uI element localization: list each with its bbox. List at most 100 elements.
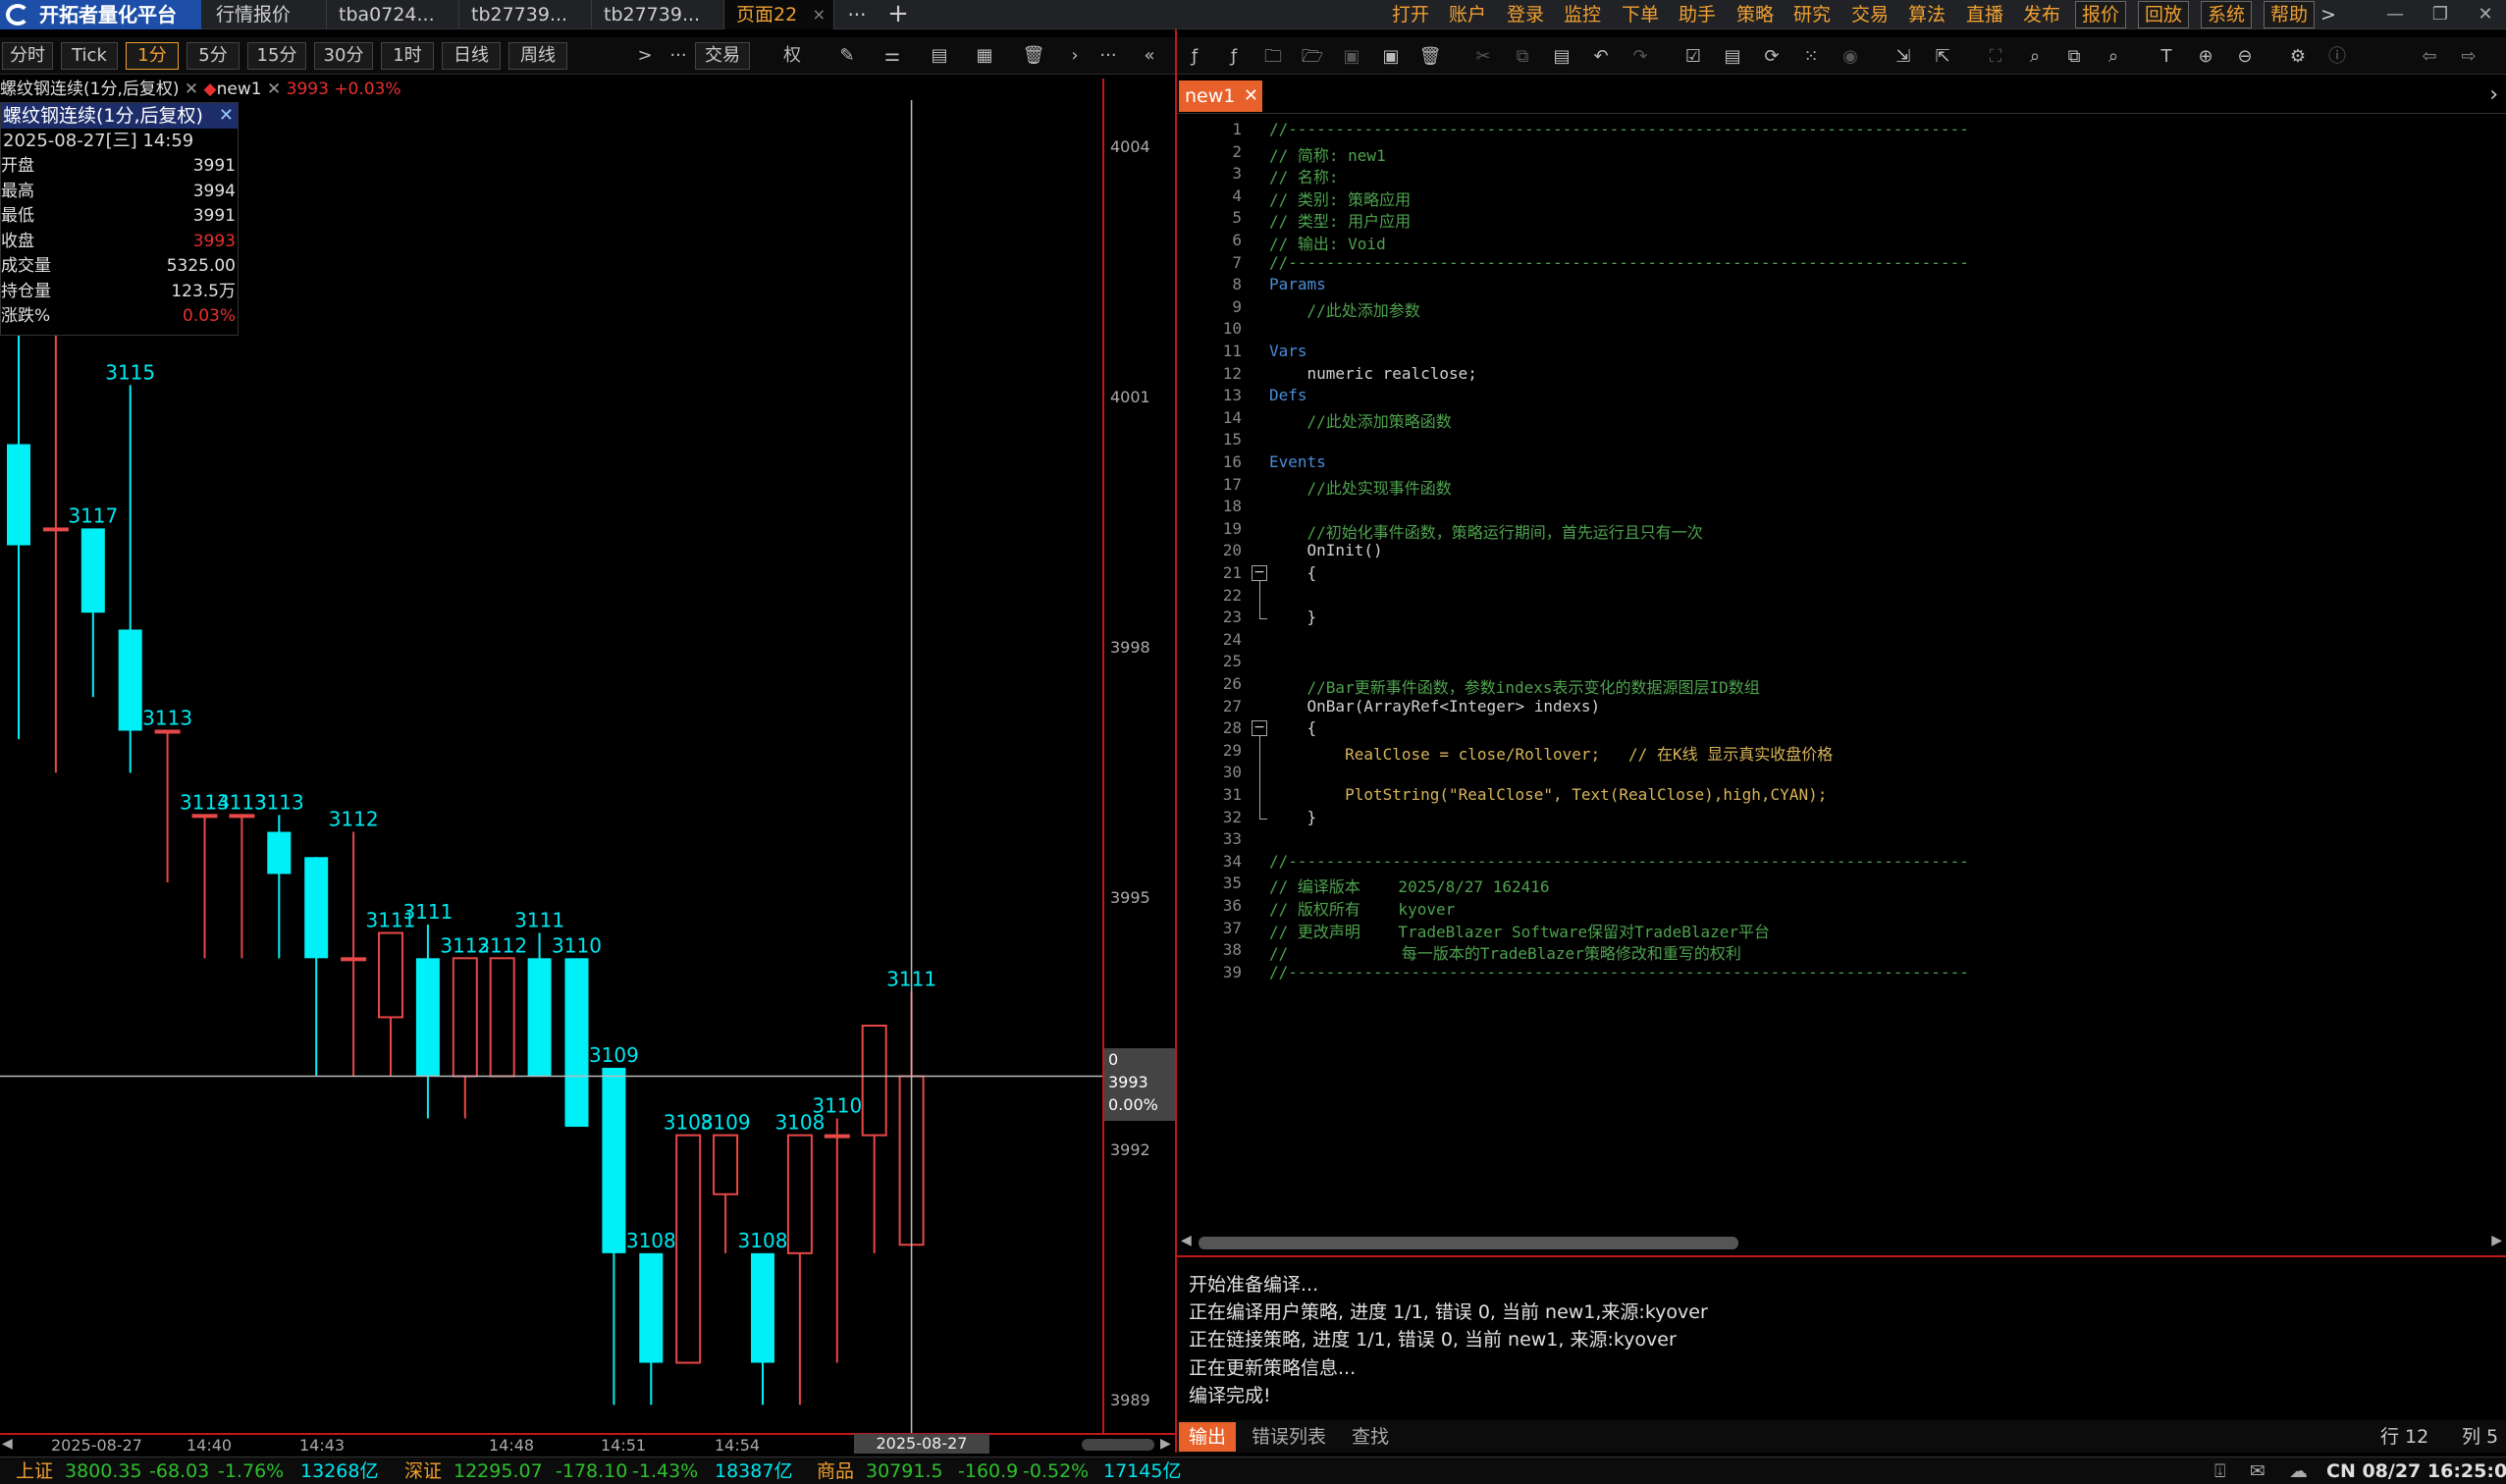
output-divider[interactable]	[1177, 1255, 2506, 1257]
menu-account[interactable]: 账户	[1449, 0, 1486, 29]
cloud-icon[interactable]: ☁	[2289, 1458, 2308, 1484]
back-icon[interactable]: ⇦	[2418, 45, 2441, 69]
indicator-icon[interactable]: ▤	[927, 44, 952, 68]
menu-monitor[interactable]: 监控	[1564, 0, 1601, 29]
chart-scrollbar[interactable]	[1082, 1439, 1154, 1451]
menu-live[interactable]: 直播	[1966, 0, 2003, 29]
candle-body[interactable]	[824, 1134, 850, 1139]
open-folder-icon[interactable]: 🗀	[1261, 45, 1285, 69]
refresh-icon[interactable]: ⟳	[1760, 45, 1784, 69]
hscroll-thumb[interactable]	[1199, 1237, 1738, 1249]
open-recent-icon[interactable]: 🗁	[1301, 45, 1324, 69]
candle-body[interactable]	[80, 528, 105, 613]
undo-icon[interactable]: ↶	[1589, 45, 1613, 69]
export-icon[interactable]: ⇱	[1931, 45, 1954, 69]
ohlc-close-icon[interactable]: ✕	[219, 103, 234, 129]
menu-algo[interactable]: 算法	[1908, 0, 1946, 29]
candle-body[interactable]	[304, 857, 329, 959]
candle-body[interactable]	[602, 1067, 626, 1253]
menu-quote[interactable]: 报价	[2075, 1, 2127, 28]
tab-quotes[interactable]: 行情报价	[204, 0, 327, 29]
remove-symbol-icon[interactable]: ✕	[185, 80, 198, 99]
tabs-more-button[interactable]: ···	[842, 0, 872, 29]
candle-body[interactable]	[713, 1134, 739, 1195]
compile-all-icon[interactable]: ⁙	[1799, 45, 1823, 69]
fit-icon[interactable]: ⛶	[1984, 45, 2007, 69]
settings-sliders-icon[interactable]: ⚌	[880, 44, 905, 68]
menu-open[interactable]: 打开	[1392, 0, 1429, 29]
tab-find[interactable]: 查找	[1342, 1422, 1399, 1452]
font-icon[interactable]: T	[2155, 45, 2178, 69]
replace-icon[interactable]: ⌕	[2102, 45, 2125, 69]
remove-strategy-icon[interactable]: ✕	[267, 80, 281, 99]
compile-icon[interactable]: ▤	[1721, 45, 1744, 69]
period-1min[interactable]: 1分	[126, 42, 179, 70]
menu-order[interactable]: 下单	[1622, 0, 1659, 29]
record-icon[interactable]: ◉	[1839, 45, 1862, 69]
candle-body[interactable]	[191, 814, 218, 819]
hscroll-left-icon[interactable]: ◀	[1181, 1233, 1192, 1248]
candle-body[interactable]	[452, 957, 478, 1078]
period-weekly[interactable]: 周线	[508, 42, 567, 70]
notification-icon[interactable]: ⍗	[2214, 1458, 2225, 1484]
candle-body[interactable]	[267, 831, 292, 874]
candle-body[interactable]	[675, 1134, 702, 1364]
candle-body[interactable]	[7, 444, 30, 546]
period-1hour[interactable]: 1时	[381, 42, 434, 70]
zoom-in-icon[interactable]: ⊕	[2194, 45, 2217, 69]
period-daily[interactable]: 日线	[442, 42, 501, 70]
period-15min[interactable]: 15分	[247, 42, 306, 70]
hscroll-right-icon[interactable]: ▶	[2491, 1233, 2502, 1248]
editor-tab-close-icon[interactable]: ✕	[1244, 80, 1258, 112]
tab-tb27739-a[interactable]: tb27739...	[459, 0, 592, 29]
period-30min[interactable]: 30分	[314, 42, 373, 70]
tab-page22[interactable]: 页面22 ×	[724, 0, 834, 29]
message-icon[interactable]: ✉	[2250, 1458, 2266, 1484]
candle-body[interactable]	[639, 1252, 664, 1363]
menu-assistant[interactable]: 助手	[1679, 0, 1716, 29]
candle-body[interactable]	[527, 958, 552, 1077]
collapse-icon[interactable]: «	[1137, 44, 1162, 68]
find-icon[interactable]: ⌕	[2023, 45, 2047, 69]
tab-tba0724[interactable]: tba0724...	[327, 0, 459, 29]
restore-button[interactable]: ❐	[2421, 0, 2460, 29]
next-tools-icon[interactable]: ›	[1062, 44, 1088, 68]
editor-hscrollbar[interactable]: ◀ ▶	[1177, 1233, 2506, 1252]
trash-icon[interactable]: 🗑	[1021, 44, 1046, 68]
editor-tabs-arrow-icon[interactable]: ›	[2489, 82, 2498, 107]
period-5min[interactable]: 5分	[187, 42, 240, 70]
add-tab-button[interactable]: +	[883, 0, 913, 29]
candle-body[interactable]	[786, 1134, 813, 1254]
period-timeshare[interactable]: 分时	[2, 42, 53, 70]
save-all-icon[interactable]: ▣	[1379, 45, 1403, 69]
info-icon[interactable]: ⓘ	[2325, 45, 2349, 69]
next-periods-icon[interactable]: >	[632, 44, 658, 68]
tab-error-list[interactable]: 错误列表	[1242, 1422, 1336, 1452]
tab-tb27739-b[interactable]: tb27739...	[592, 0, 724, 29]
save-icon[interactable]: ▣	[1340, 45, 1363, 69]
menu-replay[interactable]: 回放	[2138, 1, 2190, 28]
candle-body[interactable]	[154, 729, 181, 734]
menu-more-button[interactable]: >	[2320, 0, 2336, 29]
candle-body[interactable]	[564, 958, 589, 1128]
candle-body[interactable]	[378, 931, 403, 1019]
delete-icon[interactable]: 🗑	[1418, 45, 1442, 69]
verify-icon[interactable]: ☑	[1681, 45, 1705, 69]
candle-body[interactable]	[42, 527, 69, 532]
candle-body[interactable]	[415, 958, 440, 1077]
cut-icon[interactable]: ✂	[1471, 45, 1495, 69]
candle-body[interactable]	[341, 957, 367, 962]
forward-icon[interactable]: ⇨	[2457, 45, 2480, 69]
paste-icon[interactable]: ▤	[1550, 45, 1573, 69]
import-icon[interactable]: ⇲	[1892, 45, 1915, 69]
period-tick[interactable]: Tick	[61, 42, 118, 70]
menu-help[interactable]: 帮助	[2264, 1, 2316, 28]
menu-login[interactable]: 登录	[1507, 0, 1544, 29]
fold-toggle-icon[interactable]: −	[1252, 720, 1267, 737]
tab-output[interactable]: 输出	[1179, 1422, 1237, 1452]
draw-pen-icon[interactable]: ✎	[834, 44, 860, 68]
more-periods-icon[interactable]: ···	[666, 44, 691, 68]
scroll-right-icon[interactable]: ▶	[1160, 1436, 1171, 1452]
find-in-files-icon[interactable]: ⧉	[2062, 45, 2086, 69]
candle-body[interactable]	[229, 814, 255, 819]
